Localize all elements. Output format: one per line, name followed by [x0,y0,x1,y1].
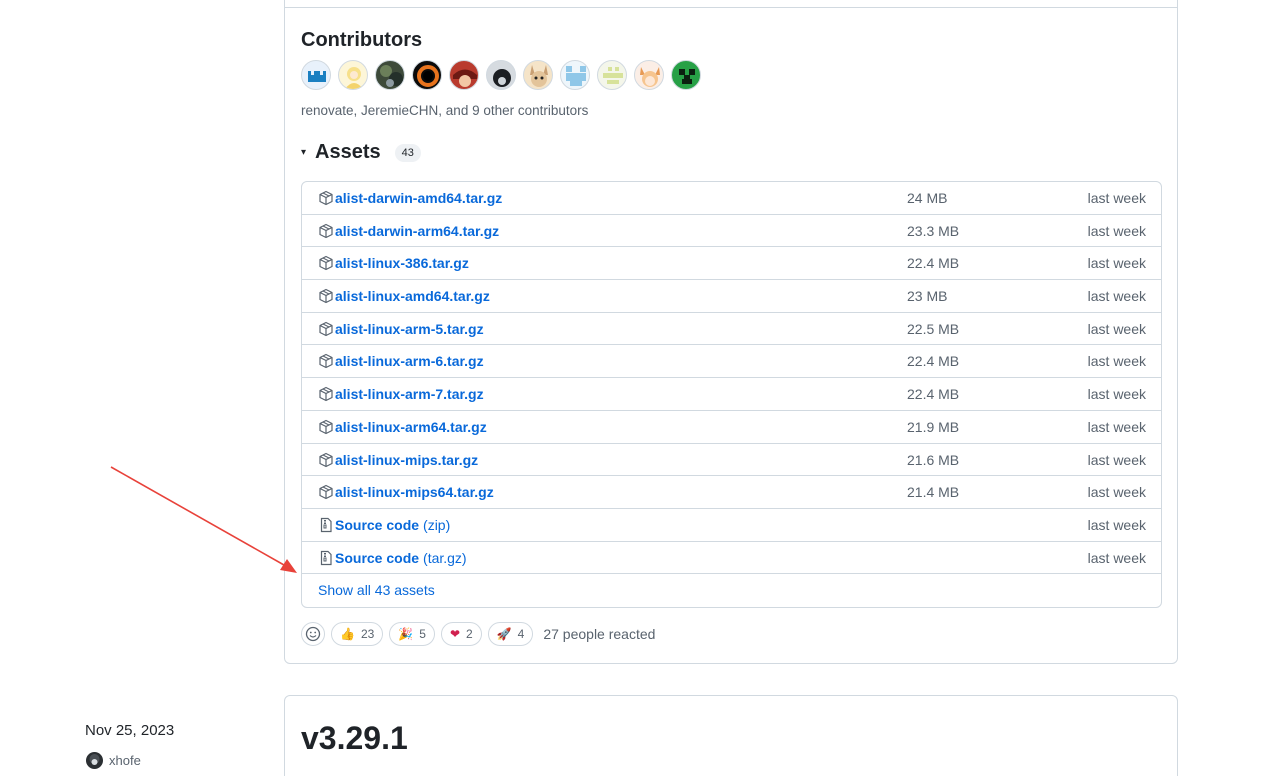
asset-download-link[interactable]: alist-linux-386.tar.gz [318,255,469,271]
asset-download-link[interactable]: alist-darwin-amd64.tar.gz [318,190,502,206]
release-date: Nov 25, 2023 [85,722,175,739]
source-code-targz-link[interactable]: Source code (tar.gz) [318,550,467,566]
asset-size: 23 MB [907,288,948,305]
release-card: Contributors renovate, JeremieCHN, and 9… [284,0,1178,664]
asset-download-link[interactable]: alist-linux-mips.tar.gz [318,452,478,468]
asset-date: last week [1087,418,1146,435]
asset-date: last week [1087,516,1146,533]
asset-row: alist-linux-arm64.tar.gz 21.9 MB last week [302,411,1161,444]
package-icon [318,223,334,239]
asset-download-link[interactable]: alist-darwin-arm64.tar.gz [318,223,499,239]
package-icon [318,386,334,402]
asset-date: last week [1087,549,1146,566]
asset-size: 21.6 MB [907,451,960,468]
show-all-row: Show all 43 assets [302,574,1161,607]
file-zip-icon [318,517,334,533]
avatar-contributor-4[interactable] [412,60,442,90]
asset-row: alist-linux-arm-7.tar.gz 22.4 MB last week [302,378,1161,411]
package-icon [318,452,334,468]
release-author[interactable]: xhofe [86,752,141,769]
reaction-rocket[interactable]: 🚀 4 [487,622,534,646]
asset-row: alist-linux-mips64.tar.gz 21.4 MB last wee… [302,476,1161,509]
avatar-jeremiechn[interactable] [338,60,368,90]
source-code-zip-link[interactable]: Source code (zip) [318,517,450,533]
avatar-contributor-11[interactable] [671,60,701,90]
asset-row: alist-linux-arm-6.tar.gz 22.4 MB last week [302,345,1161,379]
asset-row: alist-darwin-amd64.tar.gz 24 MB last week [302,182,1161,215]
reactions-bar: 👍 23 🎉 5 ❤ 2 🚀 4 27 people reacted [301,622,655,646]
assets-heading: Assets [315,141,381,163]
package-icon [318,353,334,369]
author-name: xhofe [109,753,141,768]
avatar-contributor-8[interactable] [560,60,590,90]
asset-size: 21.4 MB [907,484,960,501]
heart-icon: ❤ [449,627,461,641]
asset-row: alist-linux-amd64.tar.gz 23 MB last week [302,280,1161,313]
avatar-contributor-6[interactable] [486,60,516,90]
avatar-contributor-9[interactable] [597,60,627,90]
avatar-contributor-3[interactable] [375,60,405,90]
asset-date: last week [1087,353,1146,370]
assets-count-badge: 43 [394,143,421,162]
asset-size: 22.4 MB [907,255,960,272]
package-icon [318,190,334,206]
reaction-heart[interactable]: ❤ 2 [440,622,482,646]
card-divider [285,7,1177,8]
caret-down-icon: ▾ [301,147,307,158]
asset-date: last week [1087,386,1146,403]
asset-date: last week [1087,255,1146,272]
reaction-hooray[interactable]: 🎉 5 [389,622,435,646]
avatar-contributor-10[interactable] [634,60,664,90]
package-icon [318,288,334,304]
asset-date: last week [1087,190,1146,206]
package-icon [318,255,334,271]
asset-row: alist-linux-arm-5.tar.gz 22.5 MB last week [302,313,1161,346]
reactions-summary: 27 people reacted [543,626,656,642]
asset-download-link[interactable]: alist-linux-arm-7.tar.gz [318,386,484,402]
asset-size: 22.4 MB [907,353,960,370]
assets-list: alist-darwin-amd64.tar.gz 24 MB last week a… [301,181,1162,608]
avatar-contributor-5[interactable] [449,60,479,90]
asset-download-link[interactable]: alist-linux-amd64.tar.gz [318,288,490,304]
asset-size: 22.4 MB [907,386,960,403]
asset-date: last week [1087,451,1146,468]
assets-toggle[interactable]: ▾ Assets 43 [301,141,421,164]
author-avatar [86,752,103,769]
asset-download-link[interactable]: alist-linux-arm64.tar.gz [318,419,487,435]
thumbs-up-icon: 👍 [340,627,355,641]
asset-date: last week [1087,222,1146,239]
contributor-avatars [301,60,701,90]
asset-date: last week [1087,320,1146,337]
contributors-summary: renovate, JeremieCHN, and 9 other contri… [301,103,589,118]
source-row-targz: Source code (tar.gz) last week [302,542,1161,575]
asset-row: alist-linux-mips.tar.gz 21.6 MB last week [302,444,1161,477]
show-all-assets-link[interactable]: Show all 43 assets [318,582,435,598]
asset-date: last week [1087,288,1146,305]
release-card-next: v3.29.1 [284,695,1178,776]
avatar-renovate[interactable] [301,60,331,90]
asset-size: 24 MB [907,190,948,206]
add-reaction-button[interactable] [301,622,325,646]
asset-download-link[interactable]: alist-linux-arm-6.tar.gz [318,353,484,369]
rocket-icon: 🚀 [496,627,512,641]
release-version-title[interactable]: v3.29.1 [301,720,408,757]
asset-date: last week [1087,484,1146,501]
asset-download-link[interactable]: alist-linux-arm-5.tar.gz [318,321,484,337]
package-icon [318,321,334,337]
source-row-zip: Source code (zip) last week [302,509,1161,542]
asset-size: 23.3 MB [907,222,960,239]
smiley-icon [305,626,321,642]
package-icon [318,419,334,435]
reaction-thumbs-up[interactable]: 👍 23 [331,622,384,646]
asset-row: alist-darwin-arm64.tar.gz 23.3 MB last wee… [302,215,1161,248]
asset-row: alist-linux-386.tar.gz 22.4 MB last week [302,247,1161,281]
contributors-heading: Contributors [301,29,423,51]
asset-download-link[interactable]: alist-linux-mips64.tar.gz [318,484,494,500]
party-popper-icon: 🎉 [398,627,414,641]
avatar-contributor-7[interactable] [523,60,553,90]
file-zip-icon [318,550,334,566]
package-icon [318,484,334,500]
asset-size: 22.5 MB [907,320,960,337]
asset-size: 21.9 MB [907,418,960,435]
